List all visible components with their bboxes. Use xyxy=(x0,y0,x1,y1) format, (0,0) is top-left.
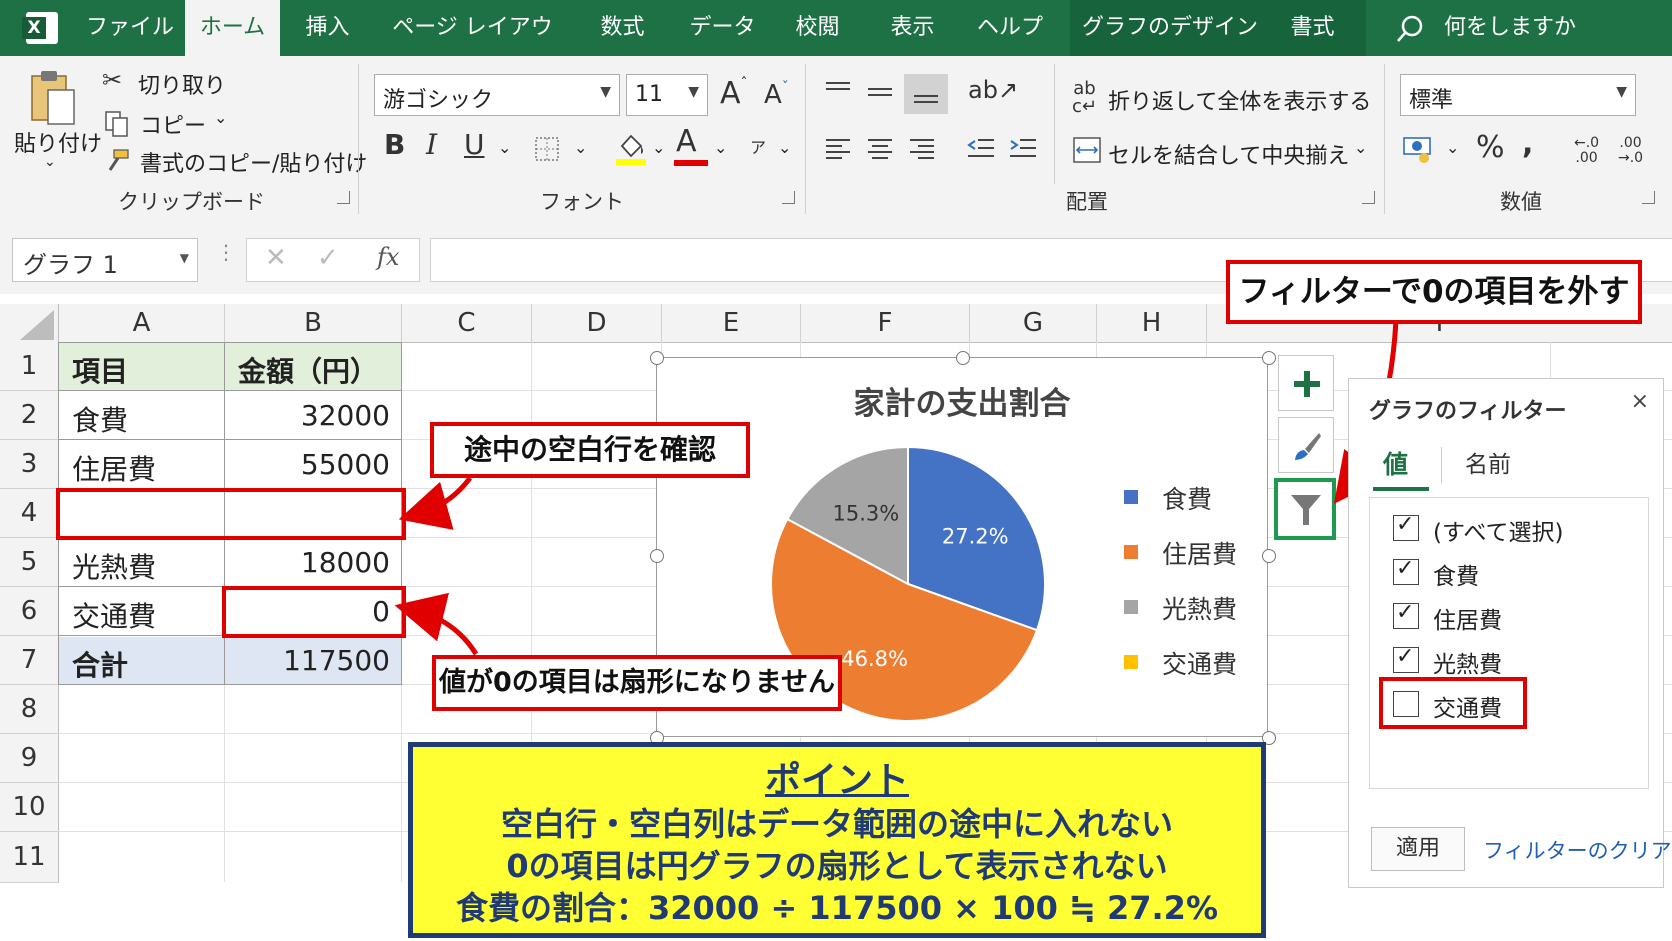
tab-names[interactable]: 名前 xyxy=(1465,445,1511,479)
checkbox-select-all[interactable]: ✓ xyxy=(1393,512,1419,541)
close-icon[interactable]: × xyxy=(1631,389,1649,414)
check-icon: ✓ xyxy=(1396,512,1415,537)
filter-item-label[interactable]: (すべて選択) xyxy=(1433,513,1563,547)
tab-values[interactable]: 値 xyxy=(1383,445,1408,481)
filter-item-label[interactable]: 光熱費 xyxy=(1433,645,1502,679)
active-tab-indicator xyxy=(1373,487,1429,491)
filter-item-label[interactable]: 食費 xyxy=(1433,557,1479,591)
chart-filter-pane: グラフのフィルター × 値 名前 ✓ (すべて選択) ✓ 食費 ✓ 住居費 ✓ … xyxy=(1348,378,1672,888)
checkbox-item[interactable]: ✓ xyxy=(1393,644,1419,673)
checkbox-item[interactable]: ✓ xyxy=(1393,556,1419,585)
check-icon: ✓ xyxy=(1396,644,1415,669)
point-line: 空白行・空白列はデータ範囲の途中に入れない xyxy=(500,805,1173,843)
callout-blank-row: 途中の空白行を確認 xyxy=(430,422,750,478)
filter-pane-title: グラフのフィルター xyxy=(1369,399,1567,424)
clear-filter-link[interactable]: フィルターのクリア xyxy=(1483,835,1672,865)
unchecked-item-highlight xyxy=(1379,677,1527,729)
point-title: ポイント xyxy=(764,760,909,801)
checkbox-item[interactable]: ✓ xyxy=(1393,600,1419,629)
point-line: 0の項目は円グラフの扇形として表示されない xyxy=(506,847,1168,885)
tab-separator xyxy=(1441,447,1442,483)
apply-button[interactable]: 適用 xyxy=(1371,827,1465,871)
check-icon: ✓ xyxy=(1396,556,1415,581)
filter-item-label[interactable]: 住居費 xyxy=(1433,601,1502,635)
callout-zero-value: 値が0の項目は扇形になりません xyxy=(432,655,842,711)
point-box: ポイント 空白行・空白列はデータ範囲の途中に入れない 0の項目は円グラフの扇形と… xyxy=(408,742,1266,938)
check-icon: ✓ xyxy=(1396,600,1415,625)
point-line: 食費の割合：32000 ÷ 117500 × 100 ≒ 27.2% xyxy=(455,889,1219,927)
callout-filter: フィルターで0の項目を外す xyxy=(1226,260,1642,324)
